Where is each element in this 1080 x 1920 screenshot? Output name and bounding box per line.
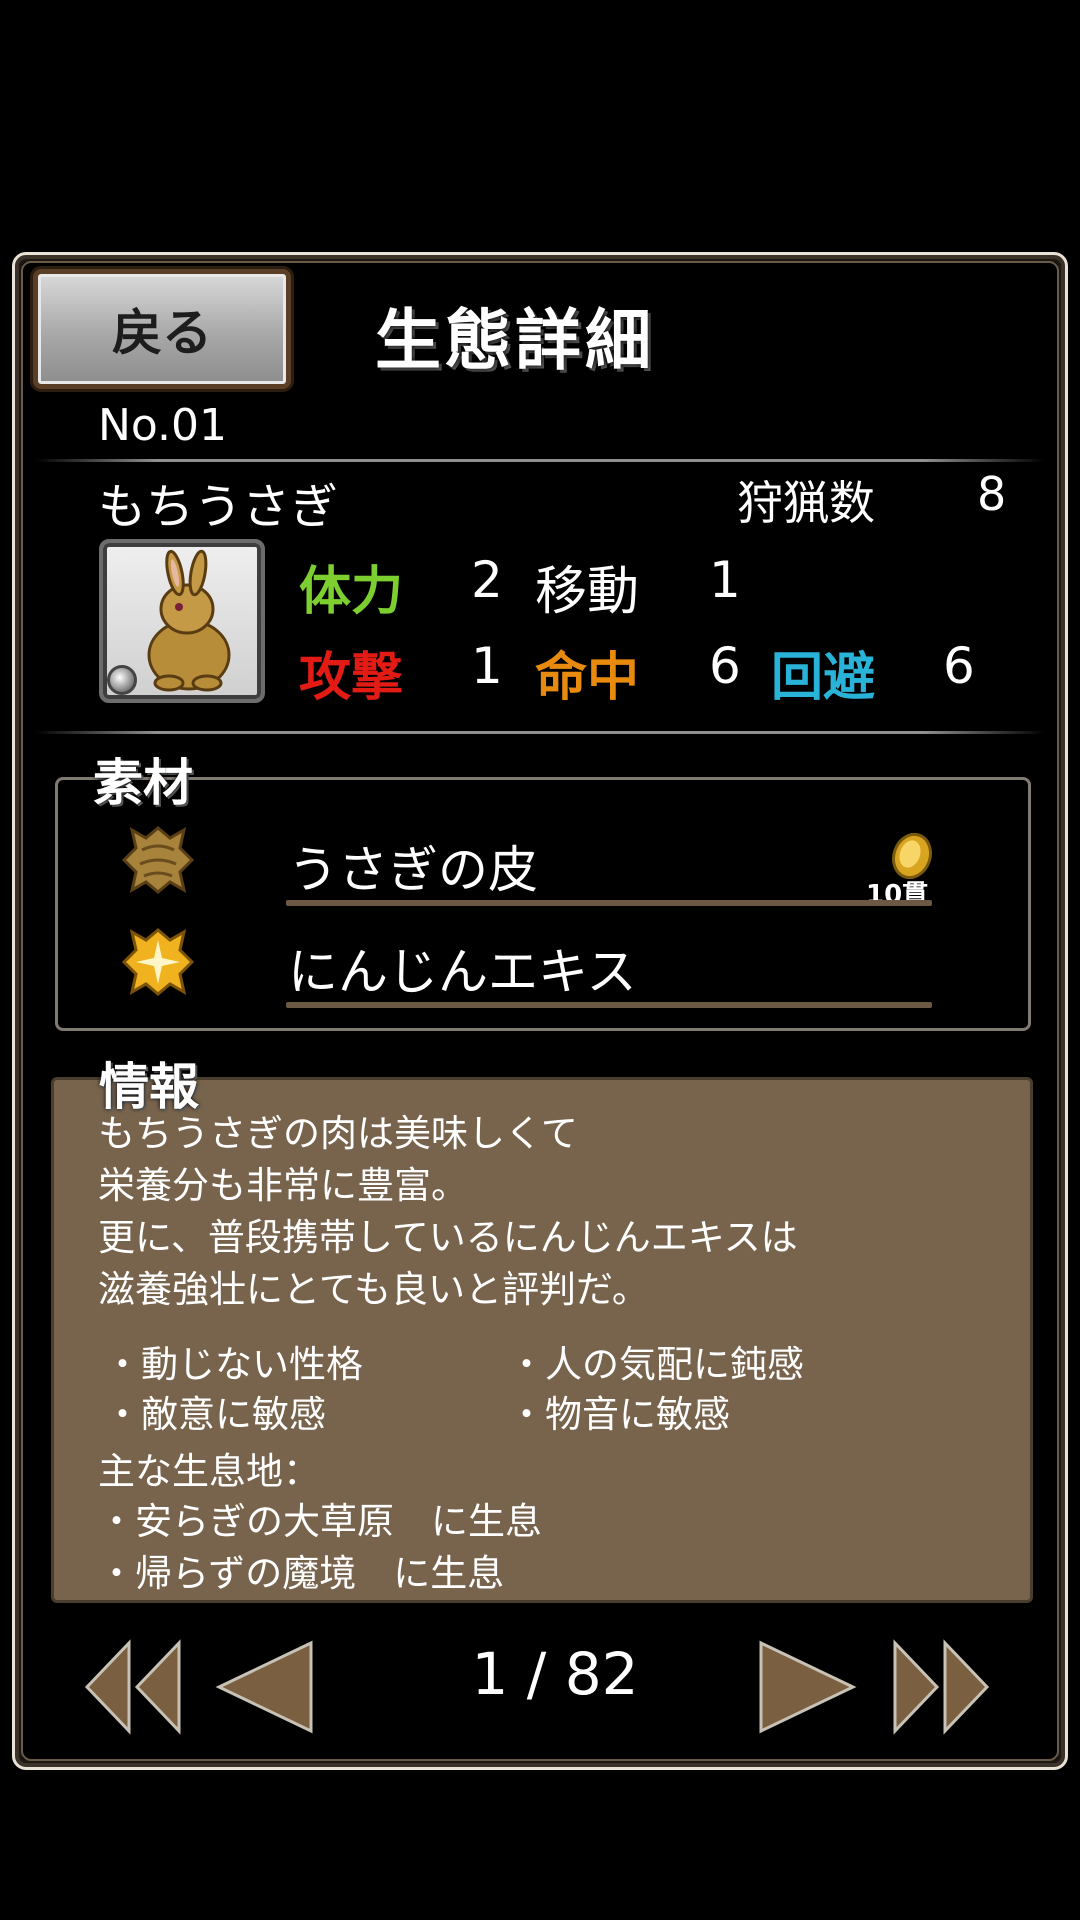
material-item[interactable]: にんじんエキス <box>118 918 958 1008</box>
creature-number: No.01 <box>98 400 228 451</box>
stat-accuracy-value: 6 <box>709 637 741 695</box>
next-page-icon[interactable] <box>751 1637 861 1737</box>
sparkle-material-icon <box>121 928 195 996</box>
hide-material-icon <box>121 826 195 894</box>
stat-move-value: 1 <box>709 551 741 609</box>
portrait-badge-icon <box>107 665 137 695</box>
stat-accuracy-label: 命中 <box>535 648 640 708</box>
material-underline <box>286 1002 932 1008</box>
info-label: 情報 <box>99 1057 199 1116</box>
divider <box>35 731 1045 734</box>
creature-portrait <box>99 539 265 703</box>
first-page-icon[interactable] <box>81 1637 191 1737</box>
detail-panel: 戻る 生態詳細 No.01 もちうさぎ 狩猟数 8 体力 2 移動 1 攻撃 1… <box>12 252 1068 1770</box>
stat-move-label: 移動 <box>535 562 640 622</box>
info-description-line: 更に、普段携帯しているにんじんエキスは <box>98 1216 798 1259</box>
material-item[interactable]: うさぎの皮 10貫 <box>118 816 958 910</box>
prev-page-icon[interactable] <box>211 1637 321 1737</box>
stat-hp-value: 2 <box>471 551 503 609</box>
trait-item: ・人の気配に鈍感 <box>508 1343 804 1386</box>
info-box: もちうさぎの肉は美味しくて 栄養分も非常に豊富。 更に、普段携帯しているにんじん… <box>51 1077 1033 1603</box>
materials-label: 素材 <box>93 753 193 812</box>
stat-attack-value: 1 <box>471 637 503 695</box>
trait-item: ・物音に敏感 <box>508 1393 730 1436</box>
page-indicator: 1 / 82 <box>471 1640 639 1708</box>
hunt-count-value: 8 <box>977 467 1007 521</box>
material-name: うさぎの皮 <box>288 841 538 899</box>
habitat-item: ・安らぎの大草原 に生息 <box>98 1500 542 1543</box>
trait-item: ・動じない性格 <box>104 1343 363 1386</box>
info-description-line: 栄養分も非常に豊富。 <box>98 1164 468 1207</box>
habitat-item: ・帰らずの魔境 に生息 <box>98 1552 505 1595</box>
stat-hp-label: 体力 <box>299 562 404 622</box>
info-description-line: 滋養強壮にとても良いと評判だ。 <box>98 1268 649 1311</box>
material-underline <box>286 900 932 906</box>
divider <box>35 459 1045 462</box>
page-title: 生態詳細 <box>375 301 655 379</box>
stat-evasion-label: 回避 <box>771 648 876 708</box>
trait-item: ・敵意に敏感 <box>104 1393 326 1436</box>
material-name: にんじんエキス <box>288 943 637 1001</box>
last-page-icon[interactable] <box>887 1637 997 1737</box>
hunt-count-label: 狩猟数 <box>737 476 875 530</box>
stat-evasion-value: 6 <box>943 637 975 695</box>
materials-box: うさぎの皮 10貫 にんじんエキス <box>55 777 1031 1031</box>
habitat-label: 主な生息地： <box>98 1450 320 1493</box>
back-button[interactable]: 戻る <box>33 269 291 389</box>
stat-attack-label: 攻撃 <box>299 648 404 708</box>
creature-name: もちうさぎ <box>98 479 339 535</box>
